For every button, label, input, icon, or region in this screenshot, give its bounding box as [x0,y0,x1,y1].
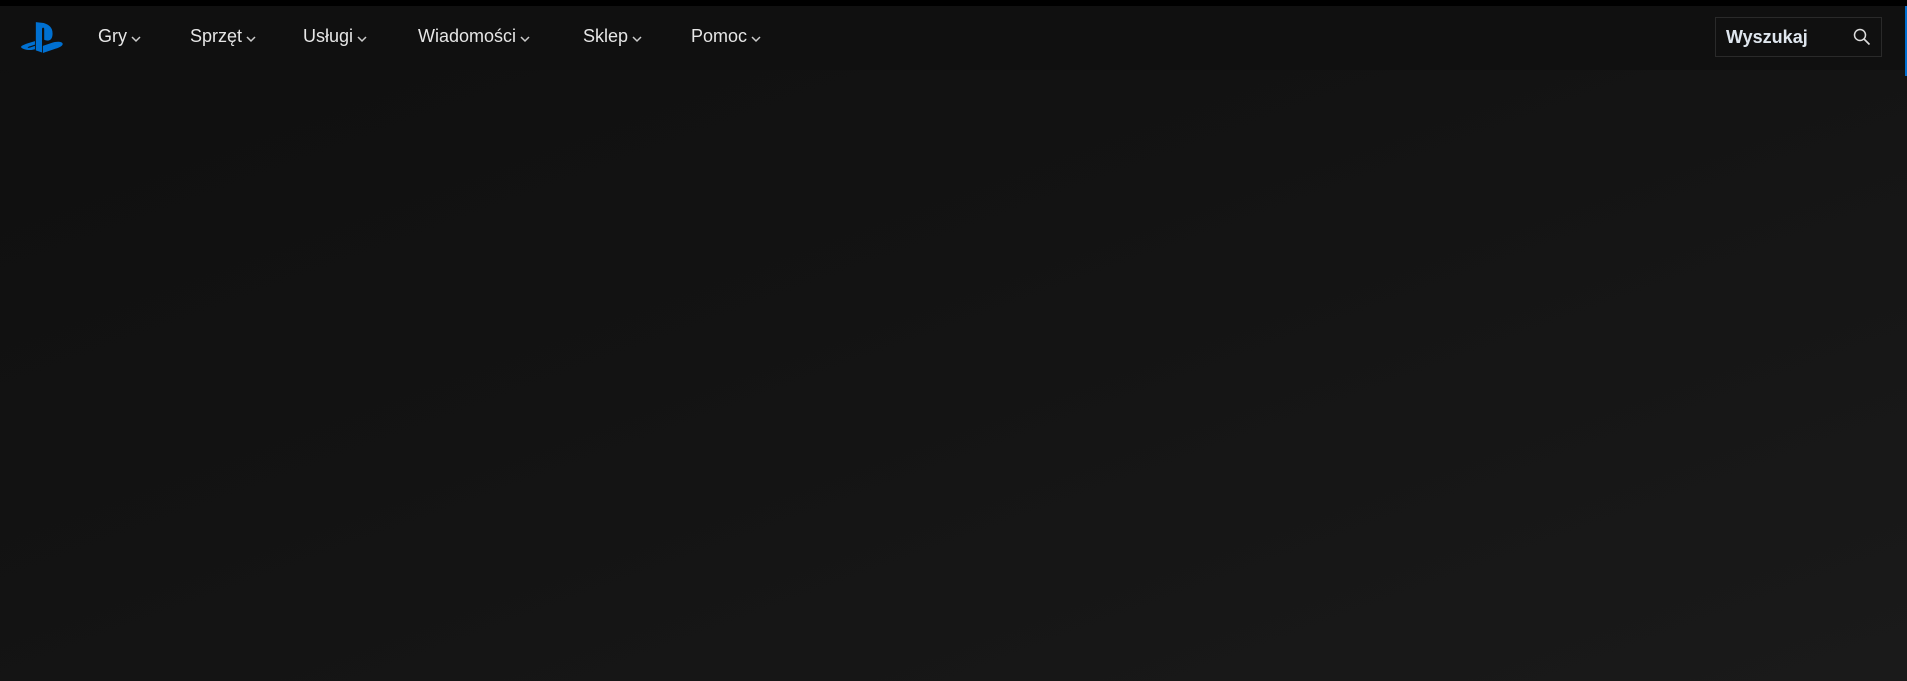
nav-item-wiadomosci[interactable]: Wiadomości [418,26,531,47]
nav-item-label: Usługi [303,26,354,46]
nav-item-label: Pomoc [691,26,748,46]
nav-item-label: Wiadomości [418,26,517,46]
nav-item-label: Sklep [583,26,629,46]
chevron-down-icon [632,35,642,42]
chevron-down-icon [751,35,761,42]
nav-item-uslugi[interactable]: Usługi [303,26,368,47]
main-navigation: Gry Sprzęt Usługi Wiadomości Sklep Pomoc… [0,6,1907,70]
nav-item-pomoc[interactable]: Pomoc [691,26,762,47]
chevron-down-icon [131,35,141,42]
chevron-down-icon [520,35,530,42]
nav-item-sklep[interactable]: Sklep [583,26,643,47]
search-icon [1853,28,1871,46]
nav-item-label: Sprzęt [190,26,243,46]
search-label: Wyszukaj [1726,26,1808,47]
nav-item-sprzet[interactable]: Sprzęt [190,26,257,47]
search-button[interactable]: Wyszukaj [1715,17,1882,57]
chevron-down-icon [246,35,256,42]
nav-item-label: Gry [98,26,127,46]
nav-item-gry[interactable]: Gry [98,26,142,47]
chevron-down-icon [357,35,367,42]
hero-area [0,70,1907,681]
playstation-logo-icon[interactable] [20,20,64,56]
